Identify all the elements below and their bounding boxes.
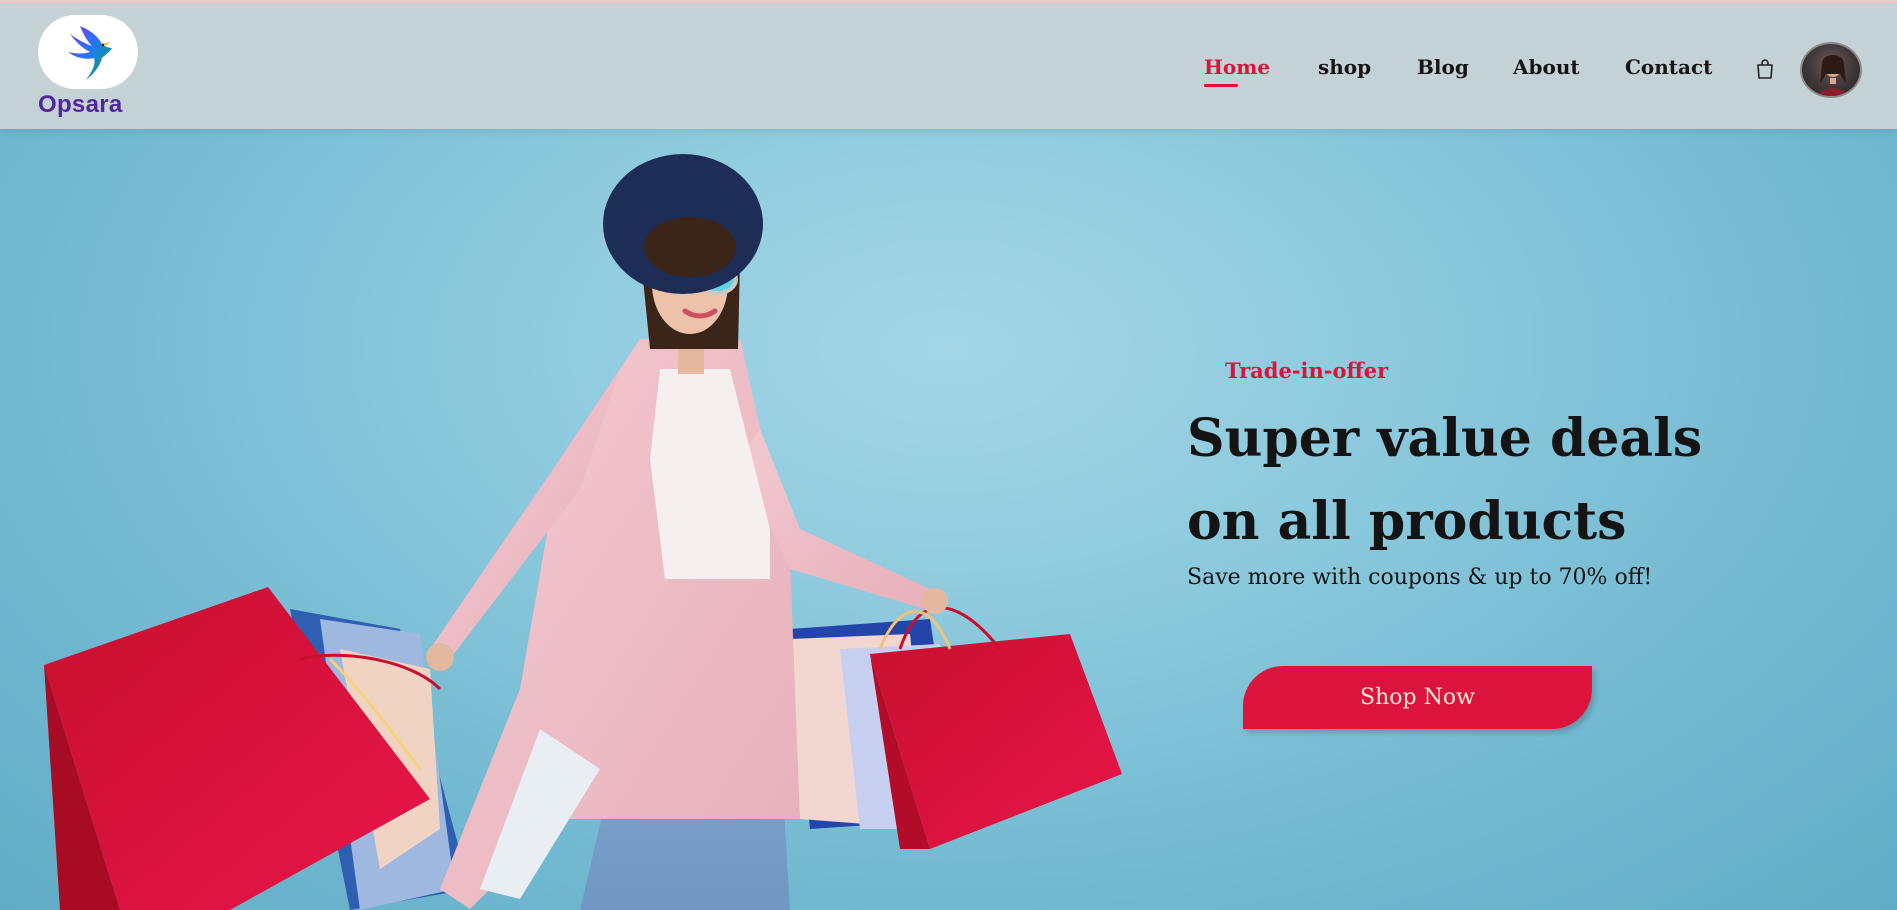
brand-logo[interactable]: Opsara: [38, 15, 138, 119]
logo-badge: [38, 15, 138, 89]
hero-headline: Super value deals on all products: [1187, 397, 1807, 563]
trade-in-offer-tag: Trade-in-offer: [1225, 358, 1389, 383]
bird-logo-icon: [68, 26, 112, 80]
site-header: Opsara Home shop Blog About Contact: [0, 3, 1897, 129]
brand-name: Opsara: [38, 91, 123, 118]
shopping-bag-icon[interactable]: [1755, 58, 1775, 80]
hero-banner: Trade-in-offer Super value deals on all …: [0, 129, 1897, 910]
hero-headline-line-1: Super value deals: [1187, 408, 1703, 469]
avatar-portrait: [1817, 55, 1849, 96]
nav-item-about[interactable]: About: [1513, 55, 1580, 79]
nav-item-shop[interactable]: shop: [1318, 55, 1371, 79]
shop-now-button[interactable]: Shop Now: [1243, 666, 1592, 729]
nav-item-home[interactable]: Home: [1204, 55, 1270, 79]
nav-item-blog[interactable]: Blog: [1417, 55, 1469, 79]
hero-subline: Save more with coupons & up to 70% off!: [1187, 565, 1653, 590]
nav-item-contact[interactable]: Contact: [1625, 55, 1712, 79]
hero-shopping-woman-image: [44, 154, 1122, 910]
active-nav-underline: [1204, 84, 1238, 87]
user-avatar[interactable]: [1800, 42, 1862, 98]
hero-headline-line-2: on all products: [1187, 491, 1627, 552]
